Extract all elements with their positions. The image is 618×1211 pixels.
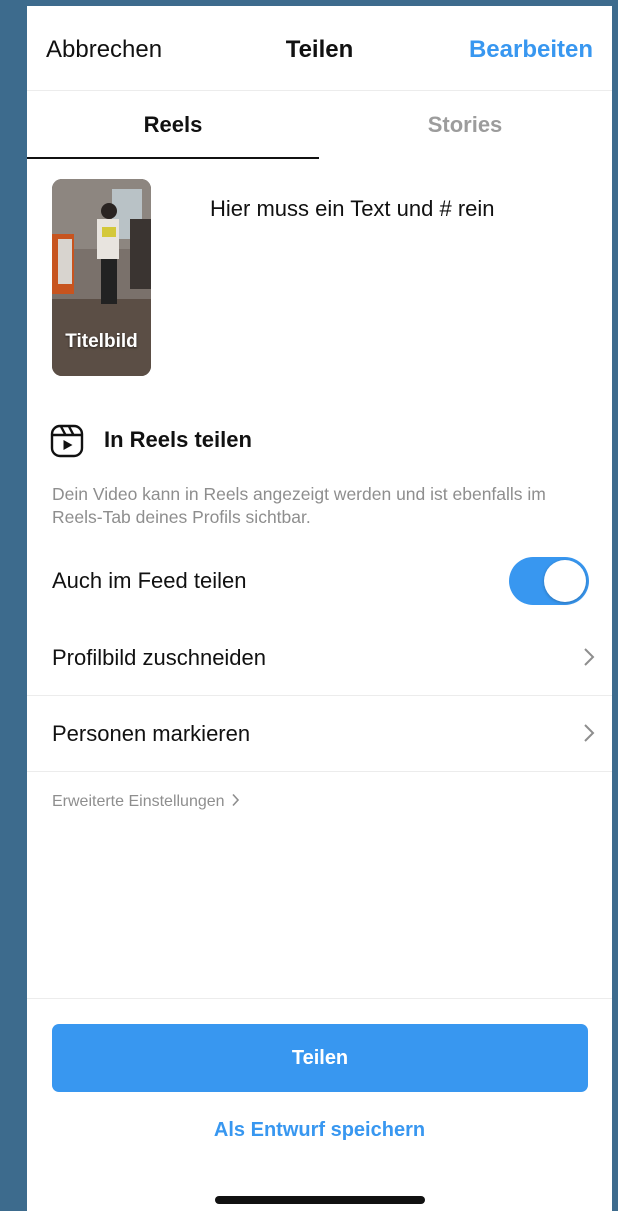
reels-section-description: Dein Video kann in Reels angezeigt werde…	[52, 484, 546, 527]
tab-reels[interactable]: Reels	[27, 91, 319, 159]
advanced-settings-label: Erweiterte Einstellungen	[52, 793, 225, 810]
header: Abbrechen Teilen Bearbeiten	[27, 6, 612, 91]
row-label: Profilbild zuschneiden	[52, 645, 267, 670]
advanced-settings-link[interactable]: Erweiterte Einstellungen	[52, 793, 240, 811]
feed-share-label: Auch im Feed teilen	[52, 568, 247, 593]
row-tag-people[interactable]: Personen markieren	[27, 695, 612, 772]
caption-input[interactable]: Hier muss ein Text und # rein	[210, 196, 495, 222]
reels-icon	[50, 424, 84, 458]
share-button[interactable]: Teilen	[52, 1024, 588, 1092]
feed-share-toggle[interactable]	[509, 557, 589, 605]
chevron-right-icon	[231, 793, 239, 807]
toggle-knob	[544, 560, 586, 602]
tab-bar: Reels Stories	[27, 91, 612, 159]
chevron-right-icon	[584, 648, 595, 666]
row-crop-profile-image[interactable]: Profilbild zuschneiden	[27, 619, 612, 696]
chevron-right-icon	[584, 724, 595, 742]
home-indicator	[215, 1196, 425, 1204]
edit-button[interactable]: Bearbeiten	[469, 36, 593, 64]
cover-label: Titelbild	[65, 331, 138, 352]
divider	[27, 998, 612, 999]
cover-thumbnail[interactable]: Titelbild	[52, 179, 151, 376]
save-draft-button[interactable]: Als Entwurf speichern	[27, 1119, 612, 1142]
reels-section-title: In Reels teilen	[104, 427, 252, 452]
row-label: Personen markieren	[52, 721, 251, 746]
share-screen: Abbrechen Teilen Bearbeiten Reels Storie…	[27, 6, 612, 1211]
tab-stories[interactable]: Stories	[319, 91, 611, 159]
